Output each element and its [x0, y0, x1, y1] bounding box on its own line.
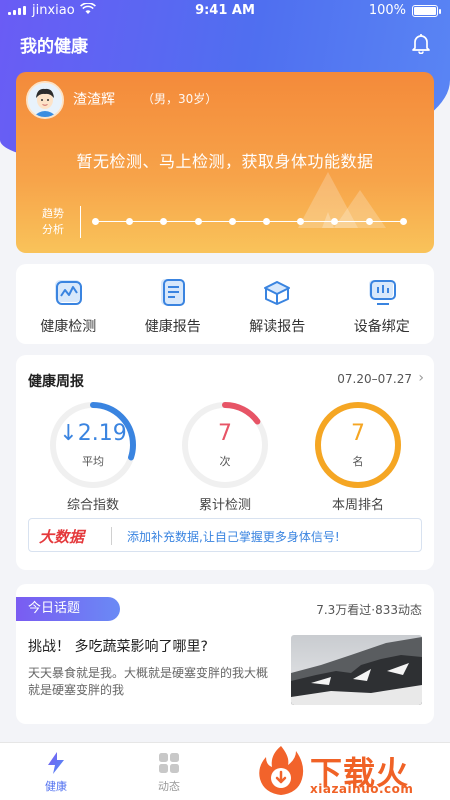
trend-dot — [126, 218, 134, 225]
trend-dot — [297, 218, 305, 225]
trend-dot — [399, 218, 407, 225]
gauge-sub: 平均 — [82, 455, 104, 468]
gauge-label: 累计检测 — [198, 498, 251, 513]
trend-dot — [194, 218, 202, 225]
health-summary-card[interactable]: 渣渣辉 （男，30岁） 暂无检测、马上检测，获取身体功能数据 趋势 分析 — [16, 72, 434, 253]
trend-divider — [80, 206, 81, 238]
pulse-chart-icon — [55, 280, 83, 305]
user-info: （男，30岁） — [142, 92, 218, 106]
topic-title[interactable]: 挑战！ 多吃蔬菜影响了哪里? — [28, 636, 208, 656]
avatar[interactable] — [26, 81, 64, 119]
gauge-label: 本周排名 — [331, 498, 384, 513]
feature-health-check[interactable]: 健康检测 — [16, 264, 121, 344]
topic-card[interactable]: 今日话题 7.3万看过·833动态 挑战！ 多吃蔬菜影响了哪里? 天天暴食就是我… — [16, 584, 434, 724]
feature-menu: 健康检测 健康报告 解读报告 设备绑定 — [16, 264, 434, 344]
trend-dot — [160, 218, 168, 225]
feature-label: 设备绑定 — [353, 319, 410, 335]
gauge-sub: 次 — [219, 455, 231, 468]
lightning-icon — [48, 752, 64, 774]
topic-thumbnail[interactable] — [291, 635, 422, 705]
weekly-report-title: 健康周报 — [28, 374, 84, 390]
bigdata-link[interactable]: 添加补充数据,让自己掌握更多身体信号! — [127, 528, 340, 545]
feature-label: 健康检测 — [40, 319, 97, 335]
gauge-total-checks[interactable]: 7 次 — [179, 399, 271, 491]
tab-health[interactable]: 健康 — [26, 751, 86, 794]
feature-device-binding[interactable]: 设备绑定 — [330, 264, 435, 344]
topic-stats: 7.3万看过·833动态 — [316, 603, 422, 617]
flame-logo-icon — [259, 746, 304, 795]
trend-dot — [228, 218, 236, 225]
weekly-report-card: 健康周报 07.20–07.27 › ↓2.19 平均 综合指数 7 次 累计检… — [16, 355, 434, 570]
bigdata-divider — [111, 527, 112, 545]
grid-icon — [159, 753, 179, 773]
watermark-url: xiazaihuo.com — [310, 782, 414, 796]
trend-dot — [92, 218, 99, 225]
trend-dots — [92, 218, 412, 226]
gauge-value: ↓2.19 — [59, 421, 127, 446]
chevron-right-icon[interactable]: › — [418, 370, 424, 386]
status-bar: jinxiao 9:41 AM 100% — [0, 0, 450, 22]
trend-label-line2: 分析 — [42, 223, 64, 236]
trend-analysis-label: 趋势 分析 — [42, 206, 64, 238]
feature-label: 解读报告 — [249, 319, 306, 335]
trend-dot — [365, 218, 373, 225]
trend-dot — [263, 218, 270, 225]
gauge-composite-index[interactable]: ↓2.19 平均 — [47, 399, 139, 491]
weekly-date-range[interactable]: 07.20–07.27 — [337, 372, 412, 386]
topic-body: 天天暴食就是我。大概就是硬塞变胖的我大概就是硬塞变胖的我 — [28, 666, 269, 697]
gauge-value: 7 — [218, 421, 232, 446]
gauge-sub: 名 — [352, 455, 364, 468]
feature-label: 健康报告 — [144, 319, 201, 335]
gauge-weekly-rank[interactable]: 7 名 — [312, 399, 404, 491]
bigdata-banner[interactable]: 大数据 添加补充数据,让自己掌握更多身体信号! — [28, 518, 422, 552]
battery-icon — [412, 5, 441, 17]
tab-feed[interactable]: 动态 — [139, 751, 199, 794]
feature-read-report[interactable]: 解读报告 — [225, 264, 330, 344]
monitor-device-icon — [368, 280, 396, 305]
topic-badge: 今日话题 — [16, 597, 120, 621]
tab-label: 健康 — [45, 780, 67, 793]
feature-health-report[interactable]: 健康报告 — [121, 264, 226, 344]
gauge-label: 综合指数 — [66, 498, 119, 513]
trend-dot — [331, 218, 339, 225]
tab-label: 动态 — [158, 780, 180, 793]
page-title: 我的健康 — [20, 37, 88, 57]
bigdata-logo: 大数据 — [39, 528, 85, 546]
bell-icon[interactable] — [410, 32, 432, 55]
user-name: 渣渣辉 — [73, 92, 115, 108]
gauge-value: 7 — [351, 421, 365, 446]
battery-percentage: 100% — [368, 3, 406, 18]
report-list-icon — [160, 279, 185, 306]
open-box-icon — [264, 281, 291, 305]
watermark: 下载火 xiazaihuo.com — [254, 742, 444, 798]
trend-label-line1: 趋势 — [42, 207, 64, 220]
